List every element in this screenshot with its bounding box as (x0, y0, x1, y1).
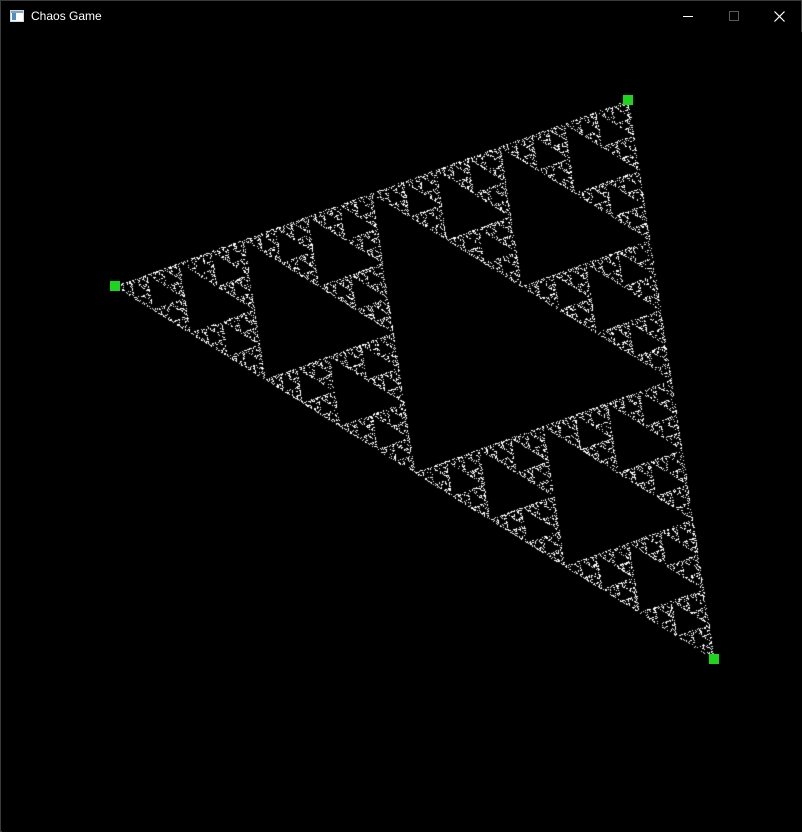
app-window: Chaos Game (0, 0, 802, 832)
maximize-icon (729, 11, 739, 21)
left-vertex[interactable] (110, 281, 120, 291)
chaos-game-canvas[interactable] (2, 32, 802, 832)
bottom-vertex[interactable] (709, 654, 719, 664)
maximize-button[interactable] (711, 1, 757, 32)
close-icon (774, 11, 785, 22)
title-bar[interactable]: Chaos Game (1, 1, 801, 32)
minimize-button[interactable] (665, 1, 711, 32)
close-button[interactable] (757, 1, 802, 32)
vertex-layer (2, 32, 802, 832)
app-window-icon (10, 10, 24, 22)
top-vertex[interactable] (623, 95, 633, 105)
window-title: Chaos Game (31, 9, 102, 23)
minimize-icon (683, 16, 693, 17)
